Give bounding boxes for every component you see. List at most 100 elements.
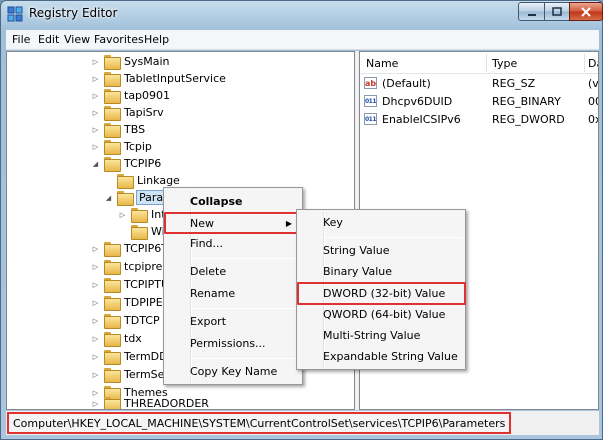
tree-item[interactable]: ▷ SysMain — [91, 53, 169, 70]
tree-item[interactable]: ▷ TermDD — [91, 348, 168, 365]
expand-arrow-icon[interactable]: ▷ — [91, 370, 100, 379]
expand-arrow-icon[interactable]: ▷ — [91, 108, 100, 117]
expand-arrow-icon[interactable]: ▷ — [91, 57, 100, 66]
ab-string-icon: ab — [364, 77, 377, 89]
menu-separator — [192, 258, 299, 259]
close-icon — [581, 6, 591, 17]
column-header-data[interactable]: Da — [588, 57, 598, 70]
value-row[interactable]: 011 EnableICSIPv6 REG_DWORD 0x — [360, 111, 598, 128]
tree-item-label: TabletInputService — [124, 72, 226, 85]
tree-item-label: TapiSrv — [124, 106, 164, 119]
status-key-path: Computer\HKEY_LOCAL_MACHINE\SYSTEM\Curre… — [7, 412, 512, 434]
menu-separator — [325, 237, 462, 238]
value-data: 0x — [588, 113, 598, 126]
folder-icon — [104, 260, 121, 275]
maximize-icon — [552, 6, 562, 16]
menu-favorites[interactable]: Favorites — [94, 33, 144, 46]
expand-arrow-icon[interactable]: ▷ — [91, 280, 100, 289]
tree-item-label: TDPIPE — [124, 296, 163, 309]
menu-separator — [192, 358, 299, 359]
collapse-arrow-icon[interactable]: ◢ — [104, 193, 113, 202]
submenu-item-string-value[interactable]: String Value — [297, 241, 465, 261]
window-title: Registry Editor — [29, 6, 118, 20]
binary-value-icon: 011 — [364, 95, 377, 107]
expand-arrow-icon[interactable]: ▷ — [91, 352, 100, 361]
expand-arrow-icon[interactable]: ▷ — [91, 125, 100, 134]
tree-item-label: tap0901 — [124, 89, 171, 102]
folder-icon — [104, 296, 121, 311]
tree-item-label: TDTCP — [124, 314, 160, 327]
close-button[interactable] — [569, 2, 603, 21]
expand-arrow-icon[interactable]: ▷ — [91, 334, 100, 343]
tree-item-label: TCPIP6 — [124, 157, 162, 170]
folder-icon — [104, 332, 121, 347]
menu-item-rename[interactable]: Rename — [164, 284, 302, 304]
column-divider[interactable] — [486, 54, 487, 72]
column-header-name[interactable]: Name — [366, 57, 398, 70]
expand-arrow-icon — [118, 227, 127, 236]
tree-item-label: THREADORDER — [124, 397, 209, 410]
expand-arrow-icon[interactable]: ▷ — [118, 210, 127, 219]
menu-help[interactable]: Help — [144, 33, 169, 46]
menu-item-delete[interactable]: Delete — [164, 262, 302, 282]
tree-item[interactable]: ▷ tcpipreg — [91, 258, 169, 275]
menu-item-collapse[interactable]: Collapse — [164, 192, 302, 212]
folder-icon — [131, 208, 148, 223]
folder-icon — [131, 225, 148, 240]
tree-item[interactable]: ▷ THREADORDER — [91, 395, 209, 410]
minimize-button[interactable] — [518, 2, 545, 21]
submenu-item-qword-value[interactable]: QWORD (64-bit) Value — [297, 305, 465, 325]
expand-arrow-icon[interactable]: ▷ — [91, 262, 100, 271]
value-type: REG_DWORD — [492, 113, 565, 126]
menu-separator — [192, 308, 299, 309]
column-header-type[interactable]: Type — [492, 57, 517, 70]
expand-arrow-icon[interactable]: ▷ — [91, 142, 100, 151]
submenu-item-expandable-string-value[interactable]: Expandable String Value — [297, 347, 465, 367]
menu-view[interactable]: View — [64, 33, 90, 46]
value-data: (va — [588, 77, 599, 90]
tree-item-label: TermDD — [124, 350, 168, 363]
tree-item[interactable]: ▷ tdx — [91, 330, 142, 347]
tree-item-label: TBS — [124, 123, 146, 136]
folder-icon — [104, 157, 121, 172]
value-row[interactable]: 011 Dhcpv6DUID REG_BINARY 00 — [360, 93, 598, 110]
value-data: 00 — [588, 95, 598, 108]
expand-arrow-icon[interactable]: ▷ — [91, 74, 100, 83]
value-row[interactable]: ab (Default) REG_SZ (va — [360, 75, 598, 92]
folder-icon — [104, 368, 121, 383]
tree-item[interactable]: ◢ TCPIP6 — [91, 155, 161, 172]
expand-arrow-icon[interactable]: ▷ — [91, 244, 100, 253]
menu-file[interactable]: File — [12, 33, 30, 46]
folder-icon — [104, 350, 121, 365]
menu-item-find[interactable]: Find... — [164, 234, 302, 254]
tree-item[interactable]: ▷ Tcpip — [91, 138, 152, 155]
expand-arrow-icon[interactable]: ▷ — [91, 298, 100, 307]
menu-item-copy-key-name[interactable]: Copy Key Name — [164, 362, 302, 382]
value-name: (Default) — [382, 77, 431, 90]
menu-item-export[interactable]: Export — [164, 312, 302, 332]
folder-icon — [104, 106, 121, 121]
tree-item[interactable]: ▷ TabletInputService — [91, 70, 226, 87]
open-folder-icon — [117, 191, 134, 206]
submenu-item-binary-value[interactable]: Binary Value — [297, 262, 465, 282]
submenu-item-key[interactable]: Key — [297, 213, 465, 233]
tree-item-label: tdx — [124, 332, 142, 345]
column-divider[interactable] — [584, 54, 585, 72]
maximize-button[interactable] — [544, 2, 570, 21]
menu-item-permissions[interactable]: Permissions... — [164, 334, 302, 354]
tree-item[interactable]: ▷ TBS — [91, 121, 145, 138]
expand-arrow-icon[interactable]: ▷ — [91, 399, 100, 408]
tree-item[interactable]: ▷ TDTCP — [91, 312, 160, 329]
expand-arrow-icon[interactable]: ▷ — [91, 91, 100, 100]
folder-icon — [104, 397, 121, 409]
tree-item-label: Linkage — [137, 174, 180, 187]
value-name: EnableICSIPv6 — [382, 113, 461, 126]
menu-bar: File Edit View Favorites Help — [6, 30, 599, 50]
tree-item[interactable]: ▷ tap0901 — [91, 87, 170, 104]
expand-arrow-icon[interactable]: ▷ — [91, 316, 100, 325]
menu-edit[interactable]: Edit — [38, 33, 59, 46]
submenu-item-multi-string-value[interactable]: Multi-String Value — [297, 326, 465, 346]
collapse-arrow-icon[interactable]: ◢ — [91, 159, 100, 168]
tree-item[interactable]: ▷ TapiSrv — [91, 104, 164, 121]
tree-item[interactable]: ▷ TDPIPE — [91, 294, 163, 311]
